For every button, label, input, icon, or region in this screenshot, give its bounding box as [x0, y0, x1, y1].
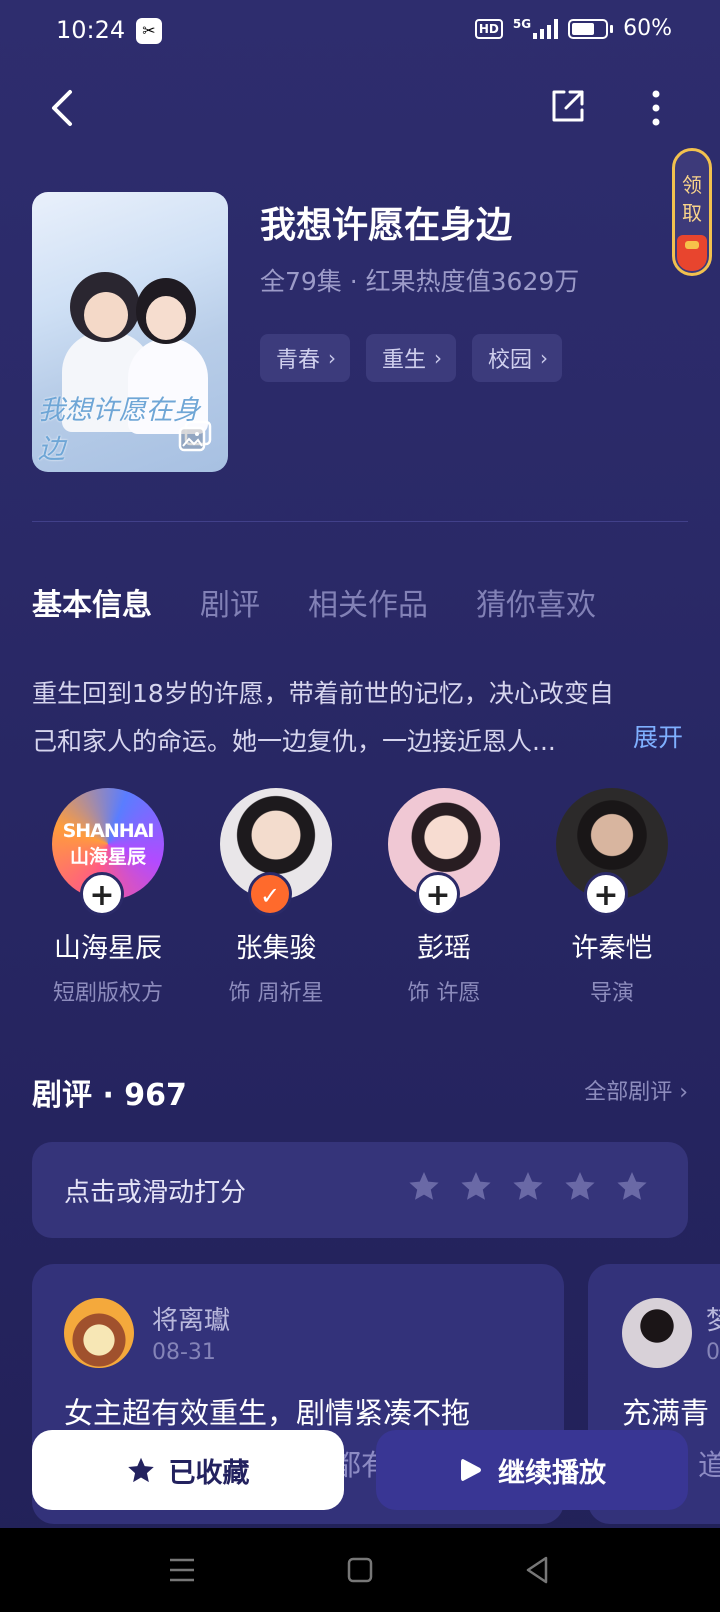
tag-chip[interactable]: 青春 ›	[260, 334, 351, 382]
tab-reviews[interactable]: 剧评	[200, 580, 260, 624]
more-vertical-icon	[652, 90, 660, 126]
chevron-left-icon	[52, 90, 72, 126]
review-text: 女主超有效重生，剧情紧凑不拖	[64, 1396, 471, 1430]
favorite-button[interactable]: 已收藏	[32, 1430, 344, 1510]
avatar	[64, 1298, 134, 1368]
share-icon	[552, 90, 584, 122]
drama-meta: 全79集 · 红果热度值3629万	[260, 267, 580, 296]
avatar	[622, 1298, 692, 1368]
menu-icon[interactable]	[162, 1550, 202, 1590]
capcut-icon: ✂	[136, 18, 162, 44]
favorite-label: 已收藏	[168, 1457, 250, 1489]
claim-reward-widget[interactable]: 领取	[672, 148, 712, 276]
cast-role: 短剧版权方	[52, 981, 163, 1006]
signal-icon	[533, 18, 559, 39]
red-envelope-icon	[677, 235, 707, 271]
continue-play-button[interactable]: 继续播放	[376, 1430, 688, 1510]
drama-poster[interactable]: 我想许愿在身边	[32, 192, 228, 472]
rating-prompt: 点击或滑动打分	[64, 1178, 247, 1208]
status-bar: 10:24 ✂ HD 5G 60%	[0, 0, 720, 64]
cast-name: 张集骏	[235, 933, 317, 964]
expand-synopsis-link[interactable]: 展开	[633, 718, 683, 754]
review-text: 道	[698, 1448, 720, 1482]
genre-tags: 青春 › 重生 › 校园 ›	[260, 334, 563, 382]
star-filled-icon	[127, 1457, 154, 1483]
follow-plus-icon[interactable]: +	[80, 872, 124, 916]
cast-role: 导演	[589, 981, 634, 1006]
followed-check-icon[interactable]: ✓	[248, 872, 292, 916]
review-date: 0	[706, 1340, 720, 1365]
system-nav-bar	[0, 1528, 720, 1612]
star-icon[interactable]	[564, 1170, 596, 1202]
section-tabs: 基本信息 剧评 相关作品 猜你喜欢	[32, 580, 596, 624]
poster-figure	[84, 292, 128, 338]
tab-basic-info[interactable]: 基本信息	[32, 580, 152, 624]
battery-level: 60%	[623, 16, 672, 41]
cast-role: 饰 周祈星	[228, 981, 324, 1006]
status-indicators: HD 5G 60%	[474, 16, 672, 41]
poster-figure	[146, 296, 186, 340]
drama-title: 我想许愿在身边	[260, 205, 513, 246]
cast-member[interactable]: + 彭瑶 饰 许愿	[362, 788, 526, 1007]
cast-member[interactable]: + 许秦恺 导演	[530, 788, 694, 1007]
cast-list: SHANHAI 山海星辰 + 山海星辰 短剧版权方 ✓ 张集骏 饰 周祈星 + …	[26, 788, 694, 1007]
star-icon[interactable]	[512, 1170, 544, 1202]
chevron-right-icon: ›	[540, 346, 549, 370]
status-time: 10:24	[56, 16, 126, 44]
battery-tip	[610, 24, 614, 33]
more-button[interactable]	[634, 86, 678, 130]
divider	[32, 521, 688, 522]
cast-name: 许秦恺	[571, 933, 653, 964]
tag-chip[interactable]: 校园 ›	[472, 334, 563, 382]
cast-role: 饰 许愿	[407, 981, 481, 1006]
review-username: 梦	[706, 1306, 720, 1336]
cast-member[interactable]: SHANHAI 山海星辰 + 山海星辰 短剧版权方	[26, 788, 190, 1007]
rating-input[interactable]: 点击或滑动打分	[32, 1142, 688, 1238]
cast-name: 山海星辰	[54, 933, 162, 964]
star-icon[interactable]	[460, 1170, 492, 1202]
back-triangle-icon[interactable]	[518, 1550, 558, 1590]
gallery-icon	[178, 420, 212, 452]
claim-label: 领取	[682, 173, 702, 225]
star-icon[interactable]	[616, 1170, 648, 1202]
chevron-right-icon: ›	[328, 346, 337, 370]
chevron-right-icon: ›	[434, 346, 443, 370]
hd-badge: HD	[474, 18, 503, 39]
logo-text: SHANHAI	[62, 819, 155, 842]
synopsis: 重生回到18岁的许愿，带着前世的记忆，决心改变自己和家人的命运。她一边复仇，一边…	[32, 670, 692, 766]
all-reviews-link[interactable]: 全部剧评 ›	[584, 1074, 688, 1106]
star-icon[interactable]	[408, 1170, 440, 1202]
reviews-heading: 剧评 · 967	[32, 1078, 187, 1113]
cast-name: 彭瑶	[417, 933, 471, 964]
tag-label: 重生	[382, 348, 427, 373]
logo-text: 山海星辰	[69, 845, 146, 868]
share-button[interactable]	[548, 86, 588, 126]
play-icon	[461, 1459, 481, 1481]
tag-label: 校园	[488, 348, 533, 373]
tab-related-works[interactable]: 相关作品	[308, 580, 428, 624]
review-text: 充满青	[622, 1396, 710, 1430]
tag-chip[interactable]: 重生 ›	[366, 334, 457, 382]
synopsis-text: 重生回到18岁的许愿，带着前世的记忆，决心改变自己和家人的命运。她一边复仇，一边…	[32, 679, 614, 756]
review-username: 将离瓛	[152, 1306, 231, 1336]
home-icon[interactable]	[340, 1550, 380, 1590]
follow-plus-icon[interactable]: +	[584, 872, 628, 916]
tab-recommendations[interactable]: 猜你喜欢	[476, 580, 596, 624]
battery-icon	[568, 18, 609, 39]
network-label: 5G	[512, 16, 532, 31]
tag-label: 青春	[276, 348, 321, 373]
cast-member[interactable]: ✓ 张集骏 饰 周祈星	[194, 788, 358, 1007]
review-date: 08-31	[152, 1340, 216, 1365]
back-button[interactable]	[40, 84, 88, 132]
play-label: 继续播放	[498, 1457, 606, 1489]
star-rating[interactable]	[408, 1170, 648, 1202]
follow-plus-icon[interactable]: +	[416, 872, 460, 916]
